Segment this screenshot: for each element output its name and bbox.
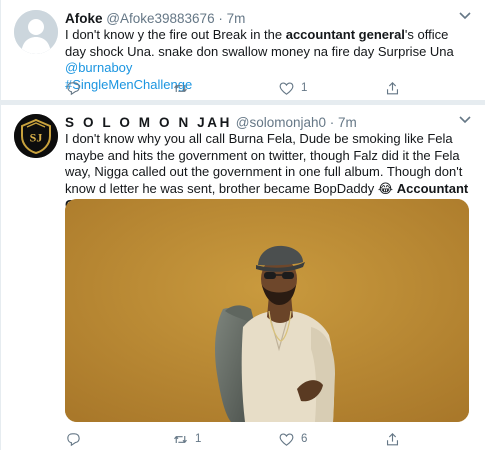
separator-dot: · (329, 115, 335, 130)
svg-text:SJ: SJ (30, 131, 43, 145)
retweet-count: 1 (195, 433, 202, 445)
tweet-photo[interactable] (65, 199, 469, 422)
reply-icon (67, 432, 80, 446)
avatar[interactable]: SJ (14, 114, 58, 158)
sj-logo-avatar: SJ (14, 114, 58, 158)
retweet-icon (174, 435, 187, 443)
tears-of-joy-emoji: 😂 (377, 180, 394, 196)
tweet-header: S O L O M O N JAH @solomonjah0 · 7m (65, 115, 357, 130)
display-name[interactable]: S O L O M O N JAH (65, 115, 232, 130)
tweet[interactable]: SJ S O L O M O N JAH @solomonjah0 · 7m I… (1, 0, 485, 450)
user-handle[interactable]: @solomonjah0 (236, 115, 326, 130)
retweet-button[interactable]: 1 (172, 430, 201, 448)
like-button[interactable]: 6 (278, 430, 307, 448)
timestamp[interactable]: 7m (338, 115, 357, 130)
tweet-actions: 1 6 (65, 430, 470, 448)
like-count: 6 (301, 433, 308, 445)
share-button[interactable] (384, 430, 401, 448)
share-icon (386, 432, 399, 445)
like-icon (279, 432, 294, 446)
chevron-down-icon[interactable] (457, 114, 473, 126)
reply-button[interactable] (65, 430, 88, 448)
portrait-photo (65, 199, 469, 422)
timeline: Afoke @Afoke39883676 · 7m I don't know y… (0, 0, 485, 450)
